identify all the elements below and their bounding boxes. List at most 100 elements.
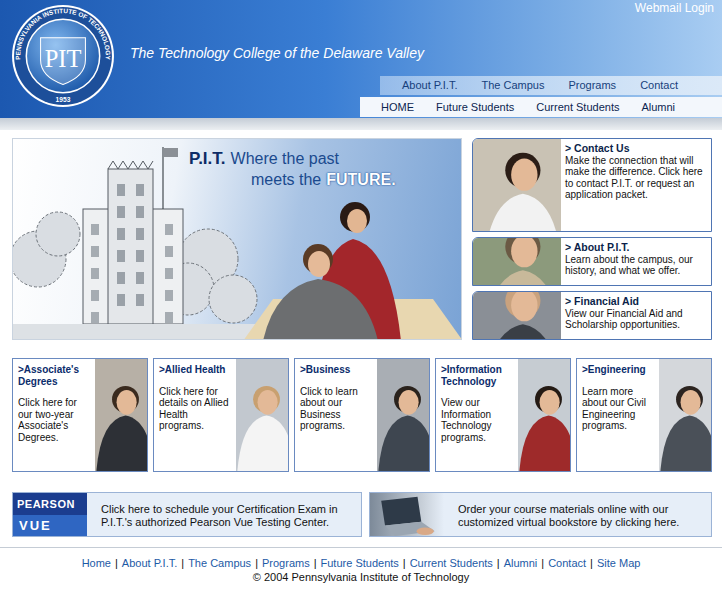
program-title: >Allied Health <box>159 364 233 376</box>
program-photo <box>377 359 429 471</box>
footer-separator: | <box>537 556 548 570</box>
person-photo-icon <box>473 238 561 285</box>
laptop-photo <box>370 493 444 536</box>
footer-link[interactable]: Home <box>82 556 111 570</box>
site-footer: Home|About P.I.T.|The Campus|Programs|Fu… <box>0 547 722 584</box>
header-right: Webmail Login The Technology College of t… <box>122 0 722 118</box>
pearson-logo-icon: PEARSONVUE <box>13 493 87 536</box>
side-link-box[interactable]: > Financial AidView our Financial Aid an… <box>472 291 712 340</box>
side-text: > About P.I.T.Learn about the campus, ou… <box>561 238 711 285</box>
person-photo-icon <box>377 359 429 471</box>
primary-nav-link[interactable]: Contact <box>640 76 678 95</box>
side-description: View our Financial Aid and Scholarship o… <box>565 308 683 331</box>
side-text: > Contact UsMake the connection that wil… <box>561 139 711 231</box>
pearson-vue-banner[interactable]: PEARSONVUEClick here to schedule your Ce… <box>12 492 362 537</box>
hero-title: P.I.T. Where the past meets the FUTURE. <box>13 139 461 191</box>
footer-link[interactable]: Future Students <box>321 556 399 570</box>
program-cards: >Associate's Degrees Click here for our t… <box>12 358 712 472</box>
footer-link[interactable]: Site Map <box>597 556 640 570</box>
program-description: Click here for our two-year Associate's … <box>18 397 77 443</box>
header-band <box>0 118 722 130</box>
side-link-box[interactable]: > Contact UsMake the connection that wil… <box>472 138 712 232</box>
side-title: > About P.I.T. <box>565 242 706 254</box>
hero-row: P.I.T. Where the past meets the FUTURE. > Co… <box>12 138 712 340</box>
person-photo-icon <box>473 292 561 339</box>
side-description: Make the connection that will make the d… <box>565 155 703 201</box>
footer-link[interactable]: Alumni <box>504 556 538 570</box>
side-link-box[interactable]: > About P.I.T.Learn about the campus, ou… <box>472 237 712 286</box>
program-card[interactable]: >Information Technology View our Informat… <box>435 358 571 472</box>
promo-banners: PEARSONVUEClick here to schedule your Ce… <box>12 492 712 537</box>
main-content: P.I.T. Where the past meets the FUTURE. > Co… <box>0 130 722 537</box>
bookstore-banner[interactable]: Order your course materials online with … <box>369 492 712 537</box>
program-photo <box>95 359 147 471</box>
program-photo <box>518 359 570 471</box>
hero-title-row: P.I.T. Where the past <box>189 149 461 170</box>
side-photo <box>473 139 561 231</box>
hero-title-row: meets the FUTURE. <box>189 170 461 191</box>
site-header: PENNSYLVANIA INSTITUTE OF TECHNOLOGYPIT1… <box>0 0 722 118</box>
person-photo-icon <box>659 359 711 471</box>
primary-nav-link[interactable]: Programs <box>568 76 616 95</box>
side-links: > Contact UsMake the connection that wil… <box>472 138 712 340</box>
primary-nav-link[interactable]: The Campus <box>481 76 544 95</box>
logo-link[interactable]: PENNSYLVANIA INSTITUTE OF TECHNOLOGYPIT1… <box>0 0 122 118</box>
webmail-row: Webmail Login <box>122 0 722 16</box>
program-description: View our Information Technology programs… <box>441 397 492 443</box>
program-title: >Associate's Degrees <box>18 364 92 387</box>
webmail-login-link[interactable]: Webmail Login <box>635 1 714 15</box>
footer-link[interactable]: The Campus <box>188 556 251 570</box>
program-card[interactable]: >Allied HealthClick here for details on … <box>153 358 289 472</box>
program-card[interactable]: >Engineering Learn more about our Civil E… <box>576 358 712 472</box>
pearson-logo-top: PEARSON <box>13 493 87 515</box>
copyright: © 2004 Pennsylvania Institute of Technol… <box>0 570 722 584</box>
primary-nav-link[interactable]: About P.I.T. <box>402 76 457 95</box>
program-card[interactable]: >Associate's Degrees Click here for our t… <box>12 358 148 472</box>
side-description: Learn about the campus, our history, and… <box>565 254 693 277</box>
footer-link[interactable]: Current Students <box>410 556 493 570</box>
hero-brand: P.I.T. <box>189 149 226 168</box>
program-title: >Engineering <box>582 364 656 376</box>
footer-separator: | <box>251 556 262 570</box>
side-photo <box>473 292 561 339</box>
secondary-nav-link[interactable]: Alumni <box>641 97 675 117</box>
program-photo <box>236 359 288 471</box>
program-text: >Information Technology View our Informat… <box>436 359 518 471</box>
primary-nav: About P.I.T. The Campus Programs Contact <box>380 76 722 95</box>
hero-banner: P.I.T. Where the past meets the FUTURE. <box>12 138 462 340</box>
footer-link[interactable]: About P.I.T. <box>122 556 177 570</box>
footer-links: Home|About P.I.T.|The Campus|Programs|Fu… <box>0 556 722 570</box>
footer-separator: | <box>310 556 321 570</box>
secondary-nav-link[interactable]: HOME <box>381 97 414 117</box>
campus-sketch-icon <box>13 139 462 340</box>
laptop-icon <box>370 493 444 536</box>
program-text: >Allied HealthClick here for details on … <box>154 359 236 471</box>
program-text: >Engineering Learn more about our Civil E… <box>577 359 659 471</box>
program-card[interactable]: >BusinessClick to learn about our Busine… <box>294 358 430 472</box>
college-logo-icon[interactable]: PENNSYLVANIA INSTITUTE OF TECHNOLOGYPIT1… <box>10 3 116 109</box>
person-photo-icon <box>473 139 561 231</box>
program-title: >Information Technology <box>441 364 515 387</box>
secondary-nav-link[interactable]: Current Students <box>536 97 619 117</box>
person-photo-icon <box>236 359 288 471</box>
person-photo-icon <box>518 359 570 471</box>
hero-line: meets the <box>251 171 321 188</box>
program-text: >BusinessClick to learn about our Busine… <box>295 359 377 471</box>
program-description: Learn more about our Civil Engineering p… <box>582 386 646 432</box>
side-photo <box>473 238 561 285</box>
footer-separator: | <box>493 556 504 570</box>
footer-link[interactable]: Contact <box>548 556 586 570</box>
pearson-logo-bottom: VUE <box>13 515 87 537</box>
bookstore-text: Order your course materials online with … <box>444 493 711 536</box>
hero-line: Where the past <box>231 150 340 167</box>
side-text: > Financial AidView our Financial Aid an… <box>561 292 711 339</box>
program-photo <box>659 359 711 471</box>
tagline: The Technology College of the Delaware V… <box>122 44 722 62</box>
footer-link[interactable]: Programs <box>262 556 310 570</box>
program-text: >Associate's Degrees Click here for our t… <box>13 359 95 471</box>
side-title: > Financial Aid <box>565 296 706 308</box>
secondary-nav-link[interactable]: Future Students <box>436 97 514 117</box>
svg-text:PIT: PIT <box>45 45 82 72</box>
hero-highlight: FUTURE. <box>326 171 395 188</box>
person-photo-icon <box>95 359 147 471</box>
